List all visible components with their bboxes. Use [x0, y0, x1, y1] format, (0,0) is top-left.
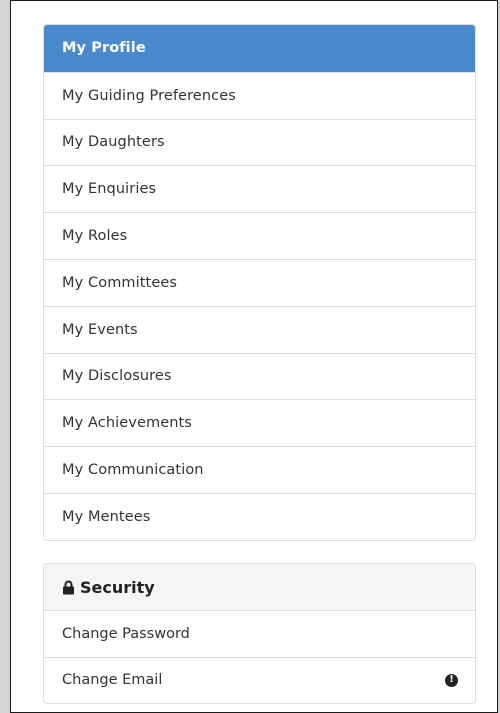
lock-icon	[63, 580, 74, 594]
menu-item-my-profile[interactable]: My Profile	[44, 25, 475, 72]
menu-item-my-disclosures[interactable]: My Disclosures	[44, 352, 475, 400]
menu-item-my-communication[interactable]: My Communication	[44, 446, 475, 493]
security-item-label: Change Email	[62, 672, 163, 689]
menu-item-my-achievements[interactable]: My Achievements	[44, 399, 475, 446]
menu-item-label: My Communication	[62, 462, 204, 479]
menu-item-my-events[interactable]: My Events	[44, 305, 475, 353]
menu-item-my-enquiries[interactable]: My Enquiries	[44, 165, 475, 212]
menu-item-my-daughters[interactable]: My Daughters	[44, 118, 475, 166]
change-email-link[interactable]: Change Email !	[44, 656, 475, 704]
menu-item-my-committees[interactable]: My Committees	[44, 258, 475, 306]
change-password-link[interactable]: Change Password	[44, 610, 475, 657]
menu-item-label: My Disclosures	[62, 368, 172, 385]
menu-item-label: My Events	[62, 321, 138, 338]
menu-item-my-guiding-preferences[interactable]: My Guiding Preferences	[44, 71, 475, 119]
menu-item-label: My Guiding Preferences	[62, 87, 236, 104]
menu-item-label: My Achievements	[62, 415, 192, 432]
profile-menu: My Profile My Guiding Preferences My Dau…	[43, 24, 476, 541]
security-item-label: Change Password	[62, 625, 190, 642]
exclamation-circle-icon: !	[445, 673, 458, 687]
security-panel: Security Change Password Change Email !	[43, 563, 476, 704]
menu-item-label: My Enquiries	[62, 181, 157, 198]
page-frame: My Profile My Guiding Preferences My Dau…	[0, 0, 500, 713]
menu-item-label: My Profile	[62, 40, 146, 57]
menu-item-label: My Mentees	[62, 508, 151, 525]
security-header: Security	[44, 564, 475, 610]
menu-item-label: My Roles	[62, 228, 128, 245]
menu-item-label: My Committees	[62, 274, 178, 291]
security-title: Security	[80, 577, 155, 597]
menu-item-my-roles[interactable]: My Roles	[44, 212, 475, 259]
menu-item-label: My Daughters	[62, 134, 165, 151]
menu-item-my-mentees[interactable]: My Mentees	[44, 492, 475, 540]
